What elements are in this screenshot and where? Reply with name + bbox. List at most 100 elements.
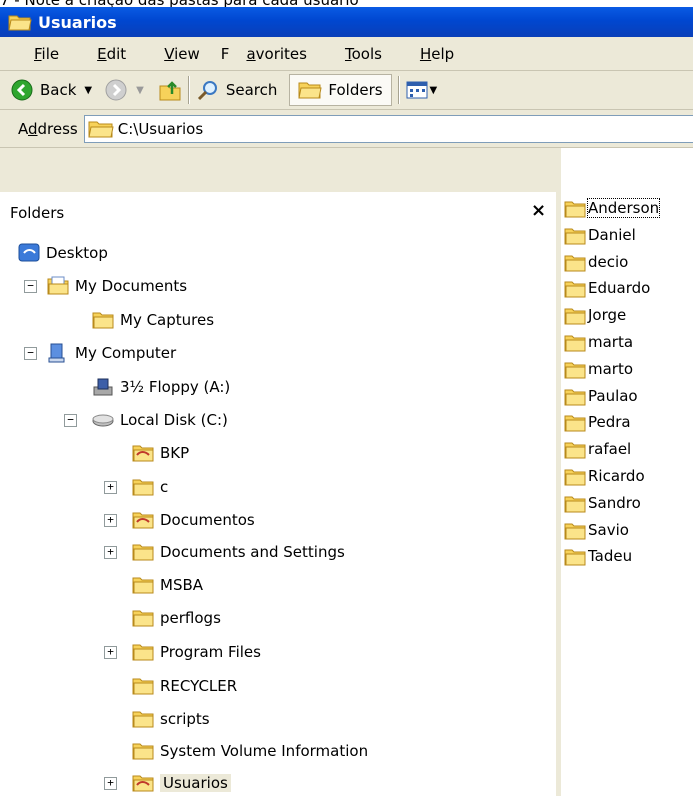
folder-icon bbox=[564, 279, 586, 298]
file-item-label: Daniel bbox=[588, 225, 636, 244]
tree-node-recycler[interactable]: RECYCLER bbox=[132, 671, 237, 701]
file-item-anderson[interactable]: Anderson bbox=[564, 195, 661, 221]
tree-expander[interactable]: + bbox=[104, 777, 117, 790]
folder-icon bbox=[564, 306, 586, 325]
file-item-label: Tadeu bbox=[588, 547, 633, 566]
menu-tools[interactable]: Tools bbox=[328, 45, 382, 63]
address-value: C:\Usuarios bbox=[117, 119, 204, 138]
search-icon bbox=[197, 81, 217, 101]
tree-node-system-volume-information[interactable]: System Volume Information bbox=[132, 736, 368, 766]
tree-node-my-captures[interactable]: My Captures bbox=[92, 305, 214, 335]
folder-icon bbox=[564, 199, 586, 218]
tree-node-my-documents[interactable]: My Documents bbox=[47, 271, 187, 301]
disk-icon bbox=[92, 410, 114, 430]
tree-node-scripts[interactable]: scripts bbox=[132, 704, 210, 734]
views-button[interactable]: ▼ bbox=[406, 74, 437, 106]
folders-button[interactable]: Folders bbox=[289, 74, 392, 106]
folder-icon bbox=[564, 494, 586, 513]
file-item-sandro[interactable]: Sandro bbox=[564, 490, 641, 516]
folder-icon bbox=[132, 642, 154, 662]
file-item-savio[interactable]: Savio bbox=[564, 517, 629, 543]
file-item-tadeu[interactable]: Tadeu bbox=[564, 543, 632, 569]
file-item-label: Anderson bbox=[586, 198, 661, 218]
tree-node-label: Local Disk (C:) bbox=[120, 411, 228, 429]
desktop-icon bbox=[18, 243, 40, 263]
folder-icon bbox=[132, 709, 154, 729]
folders-pane-header bbox=[0, 148, 556, 192]
tree-expander[interactable]: − bbox=[24, 280, 37, 293]
file-item-ricardo[interactable]: Ricardo bbox=[564, 463, 645, 489]
tree-node-my-computer[interactable]: My Computer bbox=[47, 338, 176, 368]
tree-node-label: My Computer bbox=[75, 344, 177, 362]
folder-icon bbox=[564, 547, 586, 566]
file-item-paulao[interactable]: Paulao bbox=[564, 383, 638, 409]
folder-icon bbox=[564, 413, 586, 432]
folder-icon bbox=[132, 741, 154, 761]
tree-expander[interactable]: + bbox=[104, 481, 117, 494]
menu-favorites[interactable]: Favorites bbox=[221, 45, 307, 63]
tree-node-msba[interactable]: MSBA bbox=[132, 570, 203, 600]
close-icon[interactable]: × bbox=[531, 200, 546, 221]
file-item-rafael[interactable]: rafael bbox=[564, 436, 631, 462]
tree-node-label: RECYCLER bbox=[160, 677, 238, 695]
file-item-eduardo[interactable]: Eduardo bbox=[564, 275, 650, 301]
tree-node-documentos[interactable]: Documentos bbox=[132, 505, 255, 535]
tree-node-label: My Captures bbox=[120, 311, 215, 329]
menu-view[interactable]: View bbox=[147, 45, 200, 63]
folder-icon bbox=[8, 15, 32, 31]
address-input[interactable]: C:\Usuarios bbox=[83, 114, 693, 143]
tree-node-label: Desktop bbox=[46, 244, 108, 262]
file-item-label: Eduardo bbox=[588, 279, 651, 298]
tree-node-label: BKP bbox=[160, 444, 190, 462]
folder-icon bbox=[564, 440, 586, 459]
chevron-down-icon: ▼ bbox=[136, 84, 144, 96]
back-button[interactable]: Back ▼ bbox=[10, 74, 92, 106]
tree-node-c[interactable]: c bbox=[132, 472, 168, 502]
file-item-daniel[interactable]: Daniel bbox=[564, 222, 636, 248]
menu-bar: File Edit View Favorites Tools Help bbox=[0, 37, 693, 71]
file-item-label: Ricardo bbox=[588, 467, 645, 485]
menu-edit[interactable]: Edit bbox=[80, 45, 126, 63]
file-item-marto[interactable]: marto bbox=[564, 356, 633, 382]
file-item-pedra[interactable]: Pedra bbox=[564, 409, 631, 435]
tree-expander[interactable]: − bbox=[24, 347, 37, 360]
tree-node-label: Program Files bbox=[160, 643, 261, 661]
file-item-label: decio bbox=[588, 252, 629, 271]
file-item-jorge[interactable]: Jorge bbox=[564, 302, 626, 328]
file-item-decio[interactable]: decio bbox=[564, 249, 628, 275]
menu-file[interactable]: File bbox=[17, 45, 59, 63]
file-item-label: Paulao bbox=[588, 386, 638, 405]
tree-node-local-disk-c[interactable]: Local Disk (C:) bbox=[92, 405, 228, 435]
shared-folder-icon bbox=[132, 510, 154, 530]
tree-node-bkp[interactable]: BKP bbox=[132, 438, 189, 468]
tree-node-perflogs[interactable]: perflogs bbox=[132, 603, 221, 633]
tree-expander[interactable]: − bbox=[64, 414, 77, 427]
folder-icon bbox=[132, 477, 154, 497]
tree-node-program-files[interactable]: Program Files bbox=[132, 637, 261, 667]
forward-button[interactable]: ▼ bbox=[104, 74, 144, 106]
folder-icon bbox=[564, 253, 586, 272]
tree-node-desktop[interactable]: Desktop bbox=[18, 238, 108, 268]
floppy-icon bbox=[92, 377, 114, 397]
title-bar[interactable]: Usuarios bbox=[0, 7, 693, 37]
up-folder-button[interactable] bbox=[158, 74, 182, 106]
file-item-label: rafael bbox=[588, 440, 632, 459]
file-item-marta[interactable]: marta bbox=[564, 329, 633, 355]
folder-icon bbox=[132, 542, 154, 562]
tree-node-documents-and-settings[interactable]: Documents and Settings bbox=[132, 537, 345, 567]
search-button[interactable]: Search bbox=[196, 74, 277, 106]
tree-expander[interactable]: + bbox=[104, 646, 117, 659]
up-folder-icon bbox=[159, 81, 181, 101]
tree-node-3-floppy-a[interactable]: 3½ Floppy (A:) bbox=[92, 372, 230, 402]
tree-node-usuarios[interactable]: Usuarios bbox=[132, 768, 231, 798]
menu-help[interactable]: Help bbox=[403, 45, 454, 63]
address-bar: Address C:\Usuarios bbox=[0, 110, 693, 148]
tree-node-label: Documents and Settings bbox=[160, 543, 345, 561]
tree-expander[interactable]: + bbox=[104, 514, 117, 527]
tree-node-label: My Documents bbox=[75, 277, 188, 295]
tree-node-label: MSBA bbox=[160, 576, 204, 594]
tree-node-label: System Volume Information bbox=[160, 742, 369, 760]
window-title: Usuarios bbox=[38, 12, 117, 32]
tree-expander[interactable]: + bbox=[104, 546, 117, 559]
tree-node-label: c bbox=[160, 478, 169, 496]
